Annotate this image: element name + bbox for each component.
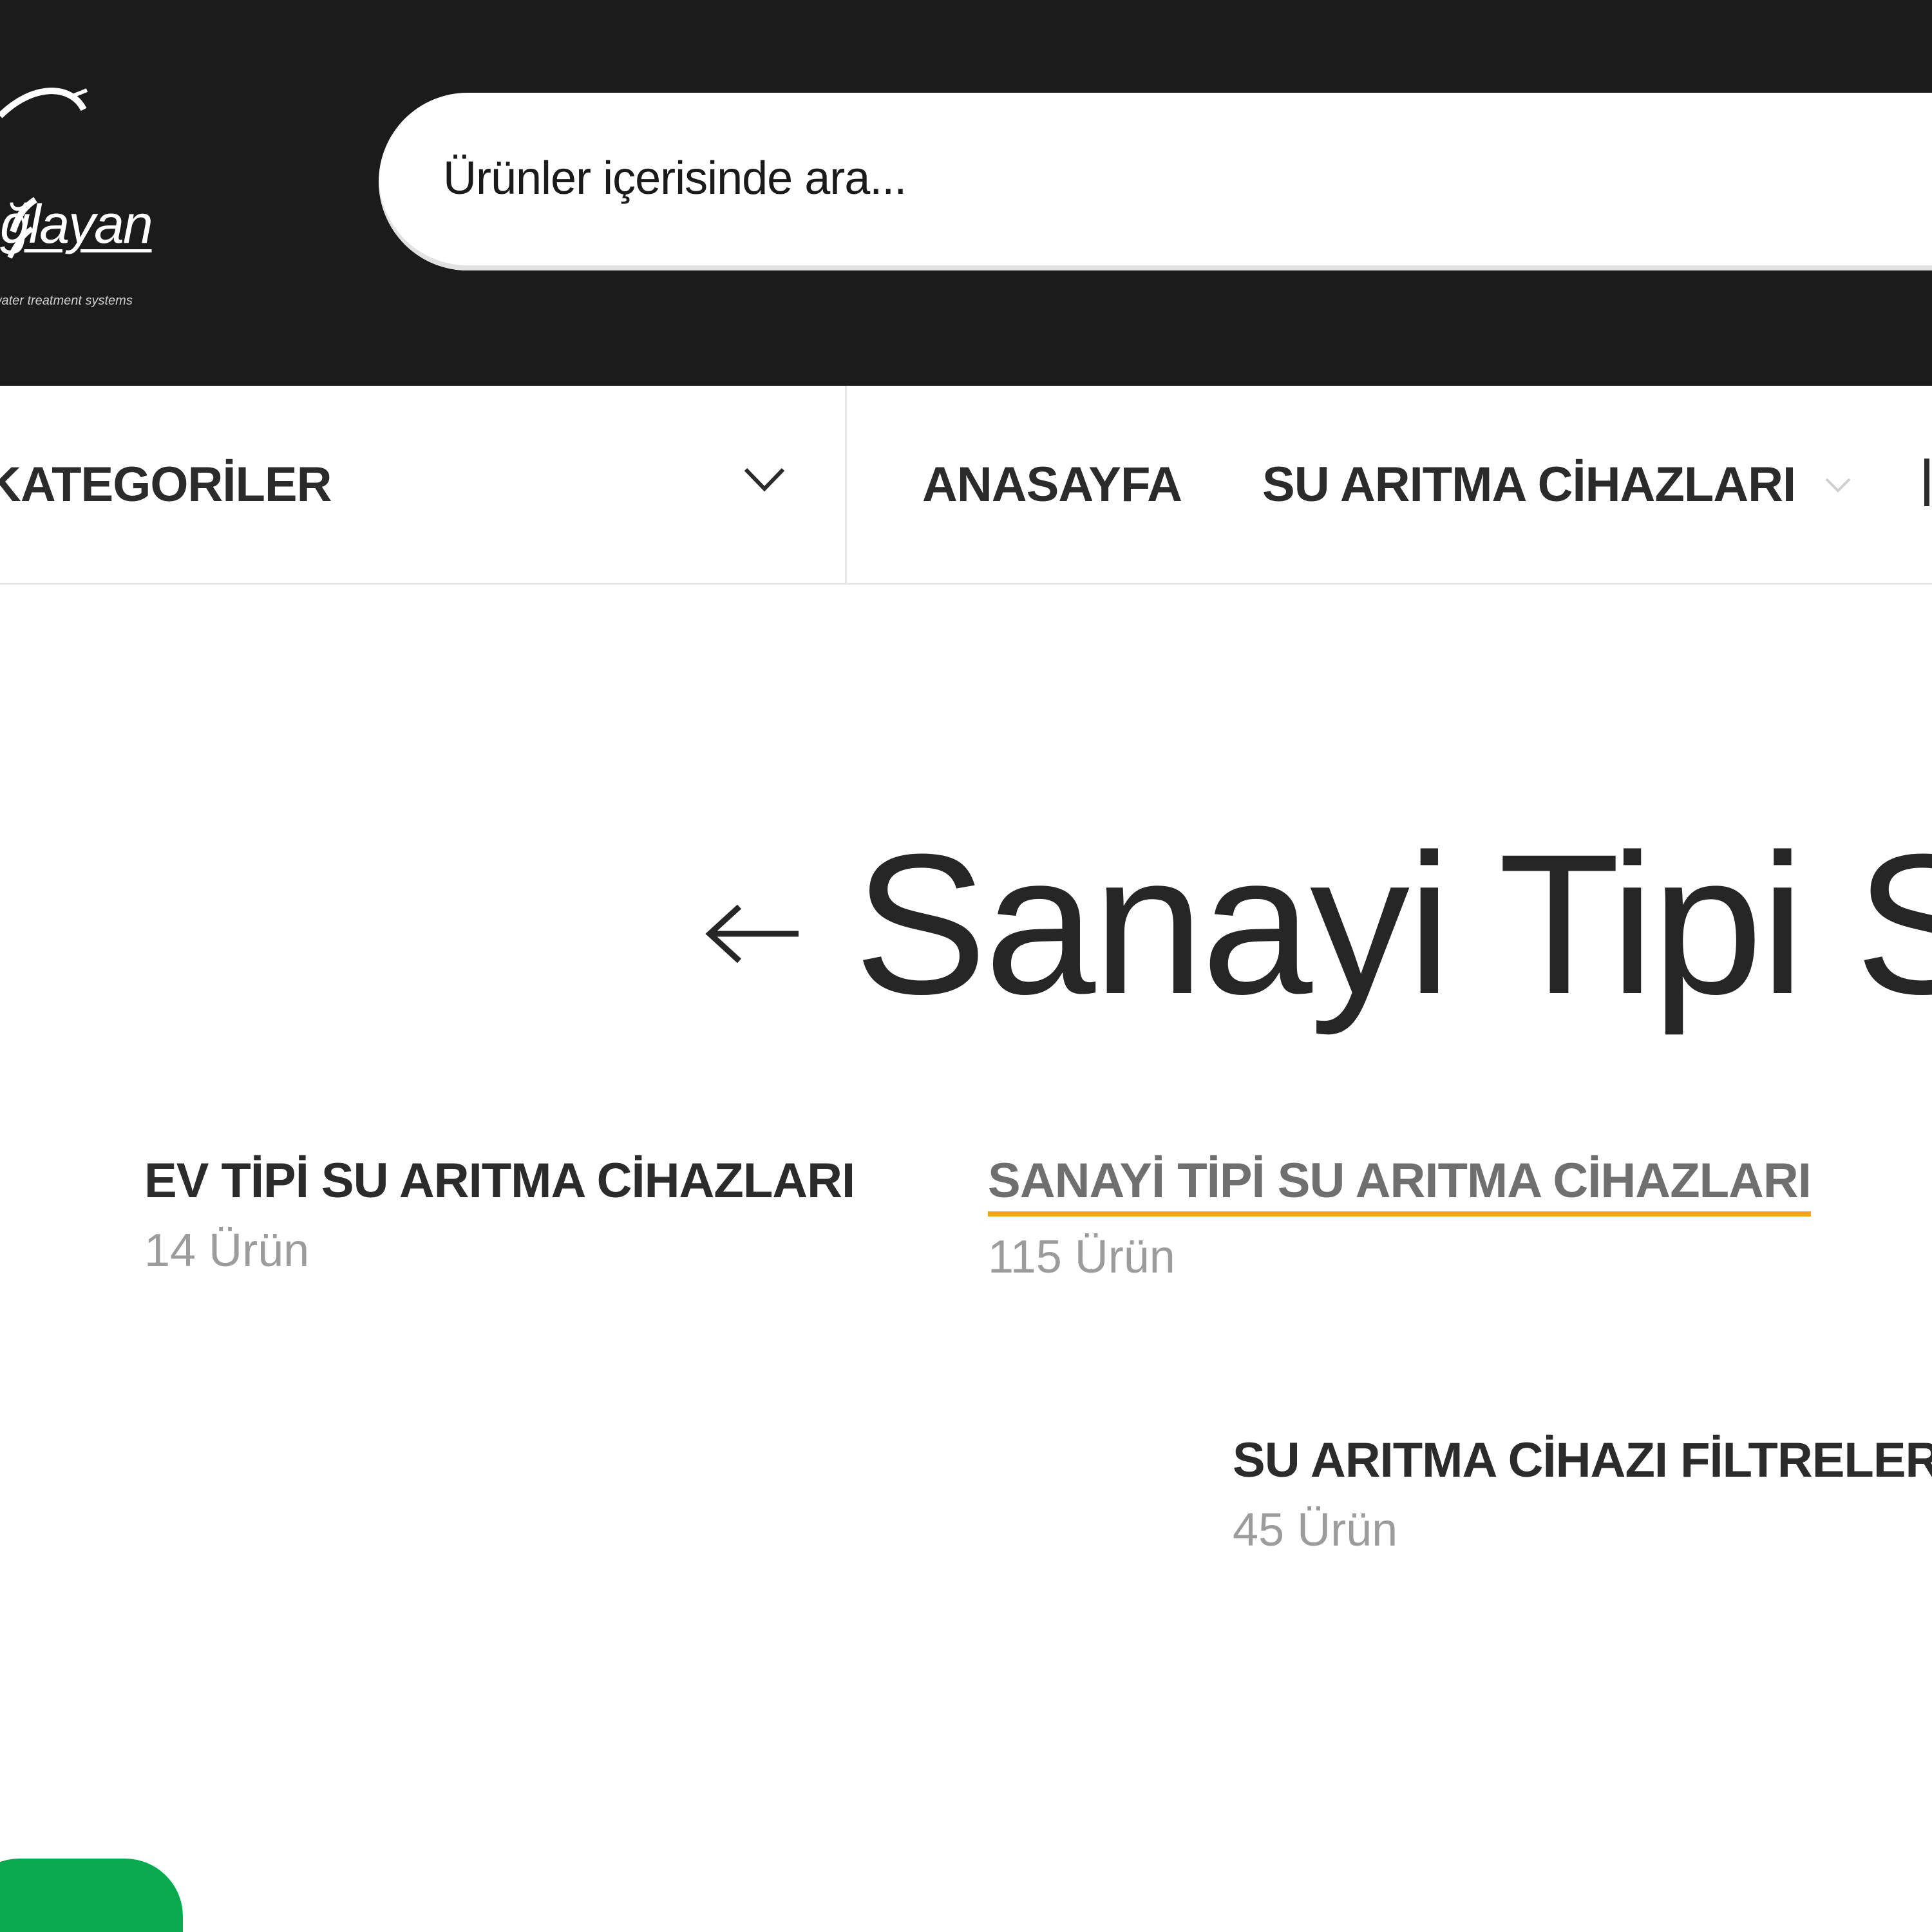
nav-item-su-aritma-cihazlari[interactable]: SU ARITMA CİHAZLARI (1262, 457, 1796, 513)
categories-label: KATEGORİLER (0, 457, 332, 512)
page: ğlayan water treatment systems Ürünler i… (0, 0, 1932, 1932)
logo-text: ğlayan (0, 194, 153, 254)
chevron-down-icon (1825, 478, 1851, 493)
category-name-active: SANAYİ TİPİ SU ARITMA CİHAZLARI (988, 1151, 1812, 1217)
category-count: 45 Ürün (1233, 1504, 1398, 1557)
category-name: SU ARITMA CİHAZI FİLTRELERİ (1233, 1433, 1932, 1488)
page-title: Sanayi Tipi Su (854, 812, 1932, 1036)
chevron-down-icon (744, 468, 785, 492)
left-arrow-icon[interactable] (702, 902, 805, 966)
whatsapp-button[interactable] (0, 1859, 183, 1932)
nav-item-anasayfa[interactable]: ANASAYFA (922, 457, 1182, 513)
search-input[interactable]: Ürünler içerisinde ara... (379, 93, 1932, 270)
nav-item-partial[interactable] (1924, 459, 1929, 506)
category-card-filtreler[interactable]: SU ARITMA CİHAZI FİLTRELERİ 45 Ürün (1233, 1431, 1932, 1558)
search-placeholder: Ürünler içerisinde ara... (443, 153, 907, 204)
category-card-ev-tipi[interactable]: EV TİPİ SU ARITMA CİHAZLARI 14 Ürün (144, 1151, 855, 1279)
categories-dropdown[interactable]: KATEGORİLER (0, 386, 847, 583)
site-logo[interactable]: ğlayan water treatment systems (0, 71, 187, 308)
category-count: 14 Ürün (144, 1225, 310, 1277)
category-card-sanayi-tipi[interactable]: SANAYİ TİPİ SU ARITMA CİHAZLARI 115 Ürün (988, 1151, 1812, 1285)
site-header: ğlayan water treatment systems Ürünler i… (0, 0, 1932, 386)
category-name: EV TİPİ SU ARITMA CİHAZLARI (144, 1153, 855, 1208)
category-count: 115 Ürün (988, 1231, 1175, 1283)
logo-subtext: water treatment systems (0, 294, 133, 308)
main-navbar: KATEGORİLER ANASAYFA SU ARITMA CİHAZLARI (0, 386, 1932, 585)
